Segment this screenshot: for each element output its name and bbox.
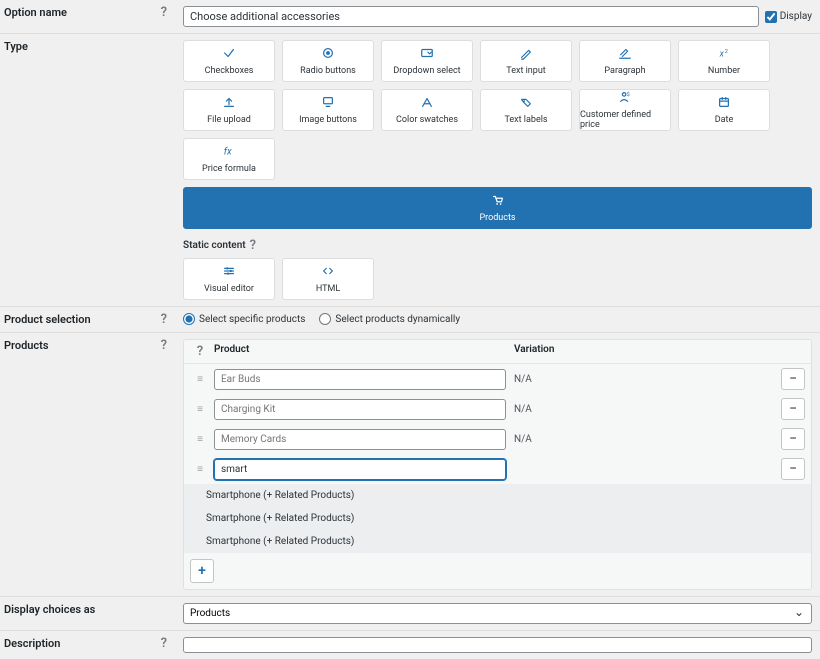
tile-label: Dropdown select (393, 66, 460, 76)
drag-handle-icon[interactable]: ≡ (190, 434, 210, 445)
help-icon[interactable]: ? (250, 239, 256, 252)
type-tile-radio-buttons[interactable]: Radio buttons (282, 40, 374, 82)
tile-label: HTML (316, 284, 340, 294)
tile-label: Image buttons (299, 115, 357, 125)
product-input[interactable] (214, 369, 506, 390)
tile-label: Radio buttons (300, 66, 356, 76)
tag-icon (519, 95, 533, 112)
tile-label: Number (708, 66, 740, 76)
type-tile-checkboxes[interactable]: Checkboxes (183, 40, 275, 82)
pencil-icon (519, 46, 533, 63)
type-tile-file-upload[interactable]: File upload (183, 89, 275, 131)
tile-label: Text input (506, 66, 545, 76)
pencil-ul-icon (618, 46, 632, 63)
person-dollar-icon: $ (618, 90, 632, 107)
code-icon (321, 264, 335, 281)
static-content-header: Static content ? (183, 239, 812, 252)
remove-button[interactable]: − (781, 458, 805, 480)
number-icon: x2 (717, 46, 731, 63)
type-tile-html[interactable]: HTML (282, 258, 374, 300)
type-tile-text-labels[interactable]: Text labels (480, 89, 572, 131)
label-display-choices: Display choices as (0, 597, 175, 630)
svg-text:x: x (719, 50, 725, 60)
cart-icon (491, 193, 505, 210)
svg-text:2: 2 (725, 49, 728, 55)
column-product: Product (210, 344, 510, 359)
remove-button[interactable]: − (781, 398, 805, 420)
label-option-name: Option name ? (0, 0, 175, 33)
product-input[interactable] (214, 399, 506, 420)
upload-icon (222, 95, 236, 112)
product-input[interactable] (214, 459, 506, 480)
description-input[interactable] (183, 637, 812, 653)
product-row: ≡ N/A − (184, 424, 811, 454)
type-tile-color-swatches[interactable]: Color swatches (381, 89, 473, 131)
add-button[interactable]: + (190, 559, 214, 583)
sliders-icon (222, 264, 236, 281)
radio-select-products-dynamically[interactable]: Select products dynamically (319, 313, 460, 325)
suggestion-item[interactable]: Smartphone (+ Related Products) (184, 507, 811, 530)
variation-cell: N/A (510, 434, 769, 445)
display-checkbox[interactable]: Display (765, 11, 812, 23)
type-tile-products[interactable]: Products (183, 187, 812, 229)
svg-text:fx: fx (224, 147, 232, 158)
type-tile-text-input[interactable]: Text input (480, 40, 572, 82)
remove-button[interactable]: − (781, 428, 805, 450)
calendar-icon (717, 95, 731, 112)
product-input[interactable] (214, 429, 506, 450)
fx-icon: fx (222, 144, 236, 161)
type-tile-number[interactable]: x2 Number (678, 40, 770, 82)
drag-handle-icon[interactable]: ≡ (190, 404, 210, 415)
help-icon[interactable]: ? (161, 313, 167, 326)
radio-icon (321, 46, 335, 63)
help-icon[interactable]: ? (190, 344, 210, 359)
option-name-input[interactable] (183, 6, 759, 27)
help-icon[interactable]: ? (161, 637, 167, 650)
remove-button[interactable]: − (781, 368, 805, 390)
label-products: Products ? (0, 333, 175, 596)
product-row: ≡ N/A − (184, 394, 811, 424)
tile-label: Paragraph (604, 66, 645, 76)
checkbox-icon (222, 46, 236, 63)
variation-cell: N/A (510, 404, 769, 415)
type-tile-image-buttons[interactable]: Image buttons (282, 89, 374, 131)
radio-label: Select specific products (199, 314, 305, 325)
monitor-icon (321, 95, 335, 112)
svg-text:$: $ (627, 91, 630, 98)
label-product-selection: Product selection ? (0, 307, 175, 332)
tile-label: File upload (207, 115, 251, 125)
type-tile-customer-defined-price[interactable]: $ Customer defined price (579, 89, 671, 131)
suggestion-item[interactable]: Smartphone (+ Related Products) (184, 530, 811, 553)
tile-label: Products (479, 213, 515, 223)
tile-label: Visual editor (204, 284, 254, 294)
type-tile-dropdown-select[interactable]: Dropdown select (381, 40, 473, 82)
tile-label: Color swatches (396, 115, 458, 125)
help-icon[interactable]: ? (161, 339, 167, 352)
dropdown-icon (420, 46, 434, 63)
tile-label: Checkboxes (205, 66, 254, 76)
tile-label: Customer defined price (580, 110, 670, 130)
suggestion-item[interactable]: Smartphone (+ Related Products) (184, 484, 811, 507)
type-tile-date[interactable]: Date (678, 89, 770, 131)
column-variation: Variation (510, 344, 769, 359)
products-table: ? Product Variation ≡N/A−≡N/A−≡N/A−≡− Sm… (183, 339, 812, 590)
label-description: Description ? (0, 631, 175, 659)
radio-select-specific-products[interactable]: Select specific products (183, 313, 305, 325)
product-row: ≡− (184, 454, 811, 484)
label-type: Type (0, 34, 175, 306)
tile-label: Date (715, 115, 734, 125)
radio-label: Select products dynamically (335, 314, 460, 325)
palette-icon (420, 95, 434, 112)
product-row: ≡ N/A − (184, 364, 811, 394)
tile-label: Price formula (202, 164, 256, 174)
drag-handle-icon[interactable]: ≡ (190, 374, 210, 385)
type-tile-price-formula[interactable]: fx Price formula (183, 138, 275, 180)
variation-cell: N/A (510, 374, 769, 385)
drag-handle-icon[interactable]: ≡ (190, 464, 210, 475)
help-icon[interactable]: ? (161, 6, 167, 19)
type-tile-paragraph[interactable]: Paragraph (579, 40, 671, 82)
tile-label: Text labels (504, 115, 547, 125)
display-choices-select[interactable]: Products (183, 603, 812, 624)
type-tile-visual-editor[interactable]: Visual editor (183, 258, 275, 300)
